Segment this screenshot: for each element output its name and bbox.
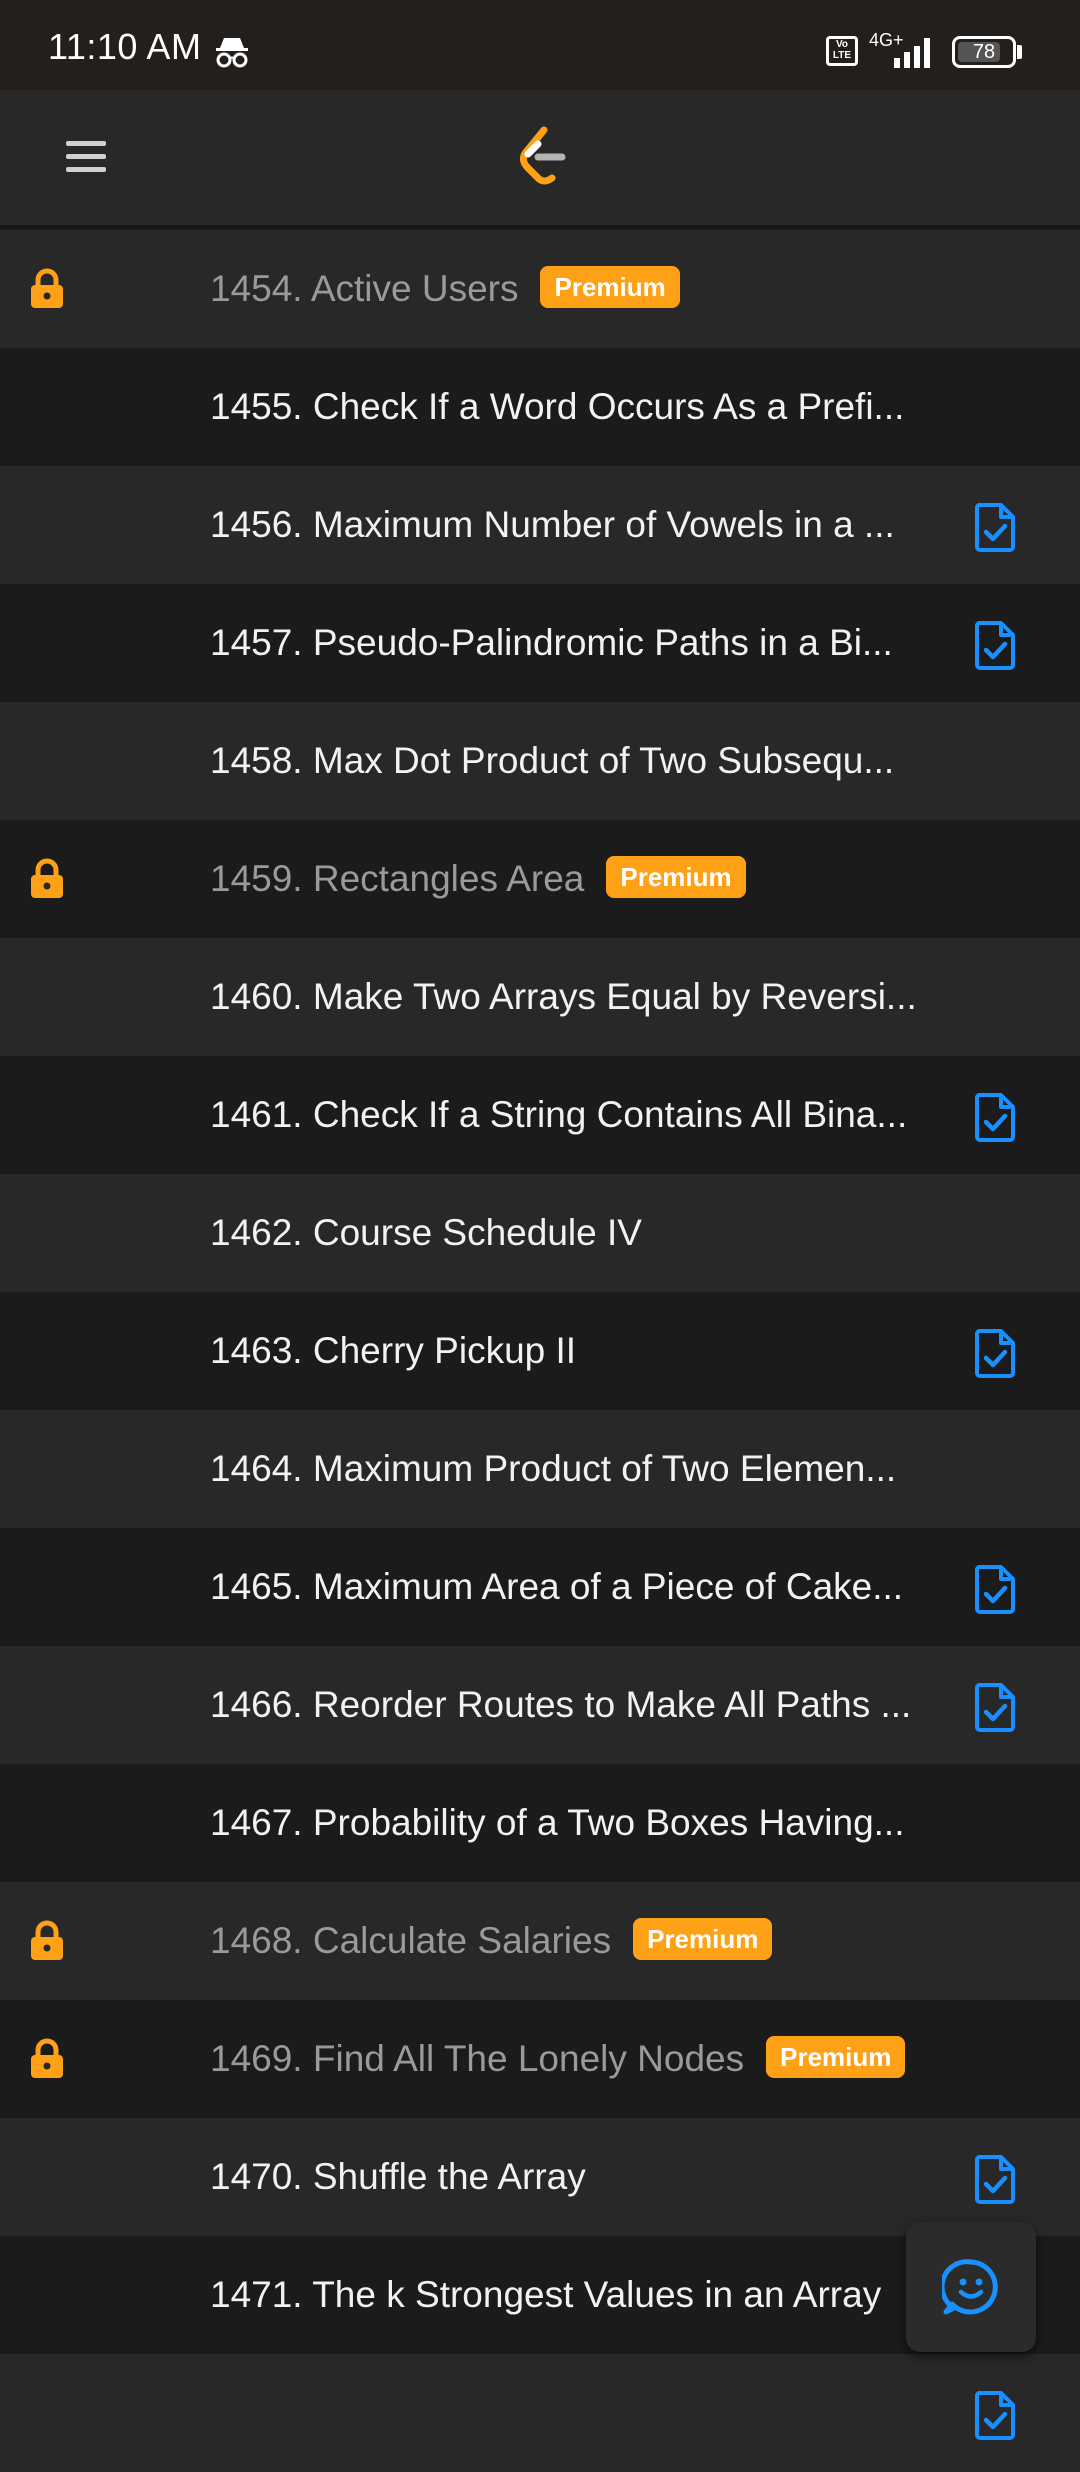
premium-badge: Premium [633,1918,773,1961]
problem-row[interactable]: 1464. Maximum Product of Two Elemen... [0,1410,1080,1528]
problem-title: 1459. Rectangles Area Premium [210,820,746,938]
lock-icon [27,268,67,315]
problem-title-text: 1463. Cherry Pickup II [210,1330,577,1371]
problem-row[interactable]: 1467. Probability of a Two Boxes Having.… [0,1764,1080,1882]
solution-document-icon[interactable] [974,1328,1016,1383]
problem-title: 1465. Maximum Area of a Piece of Cake... [210,1528,903,1646]
problem-title: 1456. Maximum Number of Vowels in a ... [210,466,895,584]
solution-document-icon[interactable] [974,502,1016,557]
problem-title-text: 1467. Probability of a Two Boxes Having.… [210,1802,905,1843]
premium-badge: Premium [606,856,746,899]
problem-title-text: 1461. Check If a String Contains All Bin… [210,1094,908,1135]
battery-indicator: 78 [952,36,1016,68]
feedback-button[interactable] [906,2222,1036,2352]
solution-document-icon[interactable] [974,620,1016,675]
problem-row[interactable]: 1470. Shuffle the Array [0,2118,1080,2236]
problem-title-text: 1471. The k Strongest Values in an Array [210,2274,882,2315]
status-bar: 11:10 AM Vo LTE 4G+ 78 [0,0,1080,90]
app-header [0,90,1080,228]
status-time: 11:10 AM [48,26,202,67]
problem-title: 1460. Make Two Arrays Equal by Reversi..… [210,938,917,1056]
problem-list: 1454. Active Users Premium 1455. Check If … [0,230,1080,2472]
volte-indicator: Vo LTE [826,36,858,66]
solution-document-icon[interactable] [974,1092,1016,1147]
problem-title: 1461. Check If a String Contains All Bin… [210,1056,907,1174]
problem-title: 1470. Shuffle the Array [210,2118,586,2236]
problem-title-text: 1459. Rectangles Area [210,858,585,899]
premium-badge: Premium [540,266,680,309]
premium-badge: Premium [766,2036,906,2079]
smiley-feedback-icon [942,2259,998,2315]
lock-icon [27,858,67,905]
solution-document-icon[interactable] [974,1682,1016,1737]
problem-title-text: 1462. Course Schedule IV [210,1212,642,1253]
problem-title-text: 1468. Calculate Salaries [210,1920,612,1961]
problem-row[interactable]: 1460. Make Two Arrays Equal by Reversi..… [0,938,1080,1056]
problem-title-text: 1454. Active Users [210,268,519,309]
problem-row[interactable]: 1458. Max Dot Product of Two Subsequ... [0,702,1080,820]
problem-title-text: 1465. Maximum Area of a Piece of Cake... [210,1566,904,1607]
problem-row[interactable]: 1461. Check If a String Contains All Bin… [0,1056,1080,1174]
problem-title: 1455. Check If a Word Occurs As a Prefi.… [210,348,904,466]
battery-level: 78 [972,41,996,63]
problem-title-text: 1457. Pseudo-Palindromic Paths in a Bi..… [210,622,893,663]
problem-row[interactable]: 1455. Check If a Word Occurs As a Prefi.… [0,348,1080,466]
problem-row[interactable]: 1465. Maximum Area of a Piece of Cake... [0,1528,1080,1646]
leetcode-logo-icon[interactable] [514,124,574,195]
problem-title: 1464. Maximum Product of Two Elemen... [210,1410,896,1528]
signal-strength-icon [892,36,936,75]
problem-row[interactable]: 1457. Pseudo-Palindromic Paths in a Bi..… [0,584,1080,702]
problem-title-text: 1469. Find All The Lonely Nodes [210,2038,745,2079]
problem-title: 1463. Cherry Pickup II [210,1292,576,1410]
problem-row[interactable]: 1462. Course Schedule IV [0,1174,1080,1292]
problem-title-text: 1456. Maximum Number of Vowels in a ... [210,504,895,545]
problem-row[interactable]: 1466. Reorder Routes to Make All Paths .… [0,1646,1080,1764]
problem-row[interactable]: 1454. Active Users Premium [0,230,1080,348]
problem-row[interactable]: 1469. Find All The Lonely Nodes Premium [0,2000,1080,2118]
problem-title: 1458. Max Dot Product of Two Subsequ... [210,702,894,820]
problem-title: 1462. Course Schedule IV [210,1174,642,1292]
problem-title: 1457. Pseudo-Palindromic Paths in a Bi..… [210,584,893,702]
problem-title: 1454. Active Users Premium [210,230,680,348]
problem-title-text: 1460. Make Two Arrays Equal by Reversi..… [210,976,917,1017]
problem-row[interactable]: 1456. Maximum Number of Vowels in a ... [0,466,1080,584]
problem-row[interactable]: 1459. Rectangles Area Premium [0,820,1080,938]
problem-row[interactable]: 1463. Cherry Pickup II [0,1292,1080,1410]
solution-document-icon[interactable] [974,1564,1016,1619]
incognito-icon [214,34,250,75]
problem-title: 1466. Reorder Routes to Make All Paths .… [210,1646,911,1764]
lock-icon [27,2038,67,2085]
problem-title-text: 1455. Check If a Word Occurs As a Prefi.… [210,386,905,427]
solution-document-icon[interactable] [974,2154,1016,2209]
problem-title-text: 1466. Reorder Routes to Make All Paths .… [210,1684,912,1725]
battery-tip [1017,45,1022,59]
problem-title: 1468. Calculate Salaries Premium [210,1882,773,2000]
hamburger-menu-icon[interactable] [60,134,112,186]
problem-title-text: 1464. Maximum Product of Two Elemen... [210,1448,897,1489]
problem-title-text: 1470. Shuffle the Array [210,2156,586,2197]
problem-title: 1469. Find All The Lonely Nodes Premium [210,2000,906,2118]
problem-title: 1471. The k Strongest Values in an Array [210,2236,881,2354]
problem-title: 1467. Probability of a Two Boxes Having.… [210,1764,905,1882]
solution-document-icon[interactable] [974,2390,1016,2445]
problem-row[interactable]: 1468. Calculate Salaries Premium [0,1882,1080,2000]
problem-row[interactable] [0,2354,1080,2472]
problem-title-text: 1458. Max Dot Product of Two Subsequ... [210,740,895,781]
lock-icon [27,1920,67,1967]
